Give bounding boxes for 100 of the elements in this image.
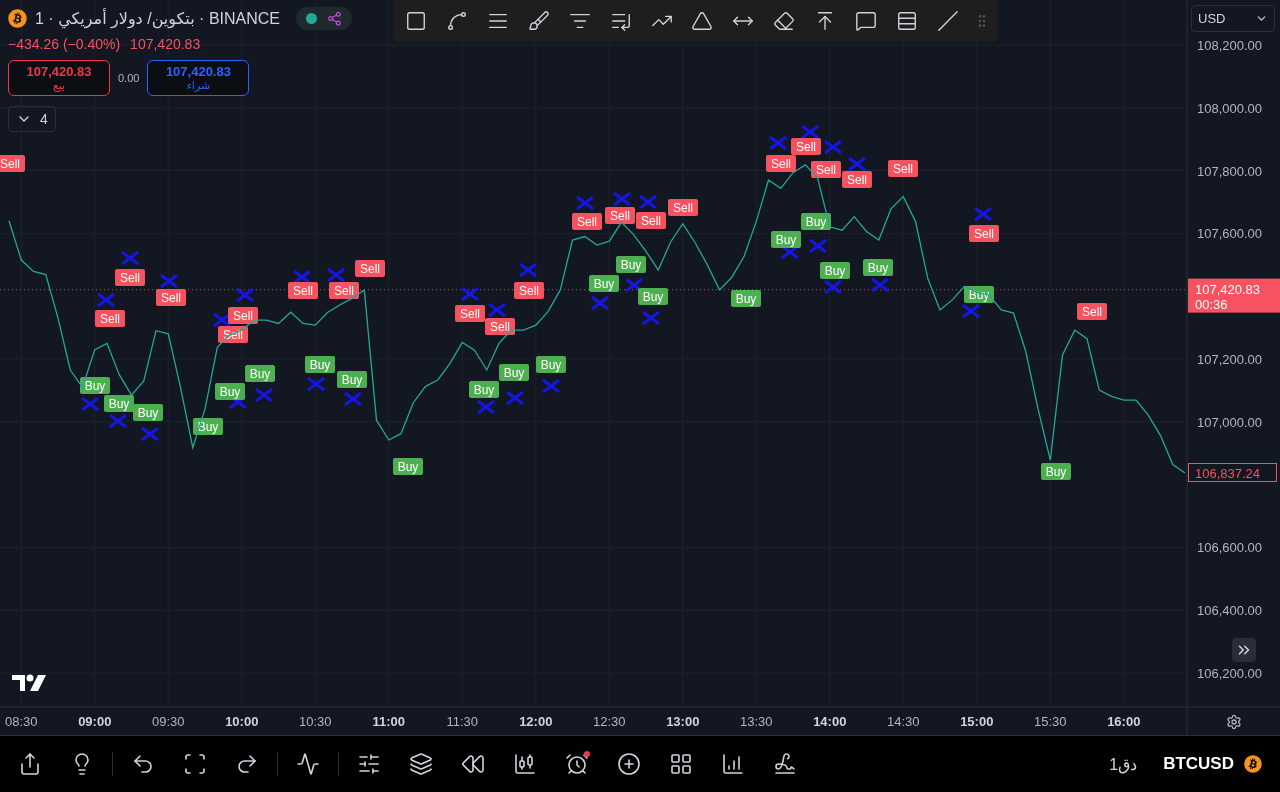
buy-signal: Buy: [337, 371, 367, 388]
buy-signal: Buy: [771, 231, 801, 248]
cross-mark: [973, 206, 993, 222]
price-tag: 106,837.24: [1188, 463, 1277, 482]
status-dot: [306, 12, 317, 24]
time-label: 12:30: [593, 714, 626, 729]
scroll-right-button[interactable]: [1232, 638, 1256, 662]
buy-signal: Buy: [1041, 463, 1071, 480]
grid-icon: [669, 752, 693, 776]
time-label: 10:30: [299, 714, 332, 729]
buy-signal: Buy: [731, 290, 761, 307]
buy-signal: Buy: [245, 365, 275, 382]
last-price: 107,420.83: [130, 36, 201, 52]
buy-signal: Buy: [589, 275, 619, 292]
cross-mark: [487, 302, 507, 318]
cross-mark: [476, 399, 496, 415]
time-label: 14:30: [887, 714, 920, 729]
cross-mark: [823, 279, 843, 295]
sell-signal: Sell: [766, 155, 796, 172]
sell-signal: Sell: [485, 318, 515, 335]
cross-mark: [120, 250, 140, 266]
cross-mark: [96, 292, 116, 308]
candlestick-icon: [513, 752, 537, 776]
sell-signal: Sell: [888, 160, 918, 177]
currency-select[interactable]: USD: [1191, 5, 1275, 32]
redo-icon: [235, 752, 259, 776]
sell-signal: Sell: [791, 138, 821, 155]
cross-mark: [505, 390, 525, 406]
cross-mark: [624, 277, 644, 293]
symbol-title: بتكوين/ دولار أمريكي · 1 · BINANCE: [35, 8, 280, 28]
cross-mark: [641, 310, 661, 326]
cross-mark: [870, 277, 890, 293]
price-label: 107,000.00: [1197, 414, 1263, 430]
time-label: 09:00: [78, 714, 112, 729]
sell-signal: Sell: [969, 225, 999, 242]
eraser-icon: [773, 10, 796, 32]
cross-mark: [541, 378, 561, 394]
pen-icon: [773, 752, 797, 776]
cross-mark: [80, 396, 100, 412]
sell-signal: Sell: [228, 307, 258, 324]
cross-mark: [159, 273, 179, 289]
sell-signal: Sell: [288, 282, 318, 299]
brush-icon: [527, 10, 550, 32]
buy-signal: Buy: [499, 364, 529, 381]
settings-button[interactable]: [1224, 712, 1244, 732]
price-label: 106,200.00: [1197, 666, 1263, 682]
buy-signal: Buy: [469, 381, 499, 398]
buy-signal: Buy: [638, 288, 668, 305]
cross-mark: [326, 267, 346, 283]
price-label: 106,400.00: [1197, 603, 1263, 619]
indicators-toggle[interactable]: 4: [8, 106, 56, 132]
buy-signal: Buy: [305, 356, 335, 373]
buy-signal: Buy: [393, 458, 423, 475]
bar-chart-icon: [721, 752, 745, 776]
price-label: 107,600.00: [1197, 226, 1263, 242]
cross-mark: [612, 191, 632, 207]
cross-mark: [460, 286, 480, 302]
time-label: 15:00: [960, 714, 994, 729]
logo-icon: [12, 674, 46, 692]
status-pill[interactable]: [296, 6, 352, 30]
rows-icon: [896, 10, 919, 32]
pulse-icon: [296, 752, 320, 776]
time-label: 15:30: [1034, 714, 1067, 729]
time-label: 14:00: [813, 714, 847, 729]
time-label: 13:00: [666, 714, 700, 729]
triangle-icon: [691, 10, 714, 32]
sell-signal: Sell: [811, 161, 841, 178]
cross-mark: [212, 312, 232, 328]
time-label: 13:30: [740, 714, 773, 729]
price-label: 108,200.00: [1197, 37, 1263, 53]
cross-mark: [343, 391, 363, 407]
sell-signal: Sell: [842, 171, 872, 188]
cross-mark: [575, 195, 595, 211]
price-label: 108,000.00: [1197, 100, 1263, 116]
sell-signal: Sell: [156, 289, 186, 306]
time-label: 11:00: [372, 714, 406, 729]
interval-button[interactable]: 1دق: [1109, 754, 1138, 774]
plus-icon: [617, 752, 641, 776]
time-label: 09:30: [152, 714, 185, 729]
sell-signal: Sell: [329, 282, 359, 299]
cross-mark: [235, 287, 255, 303]
sell-signal: Sell: [668, 199, 698, 216]
cross-mark: [108, 413, 128, 429]
symbol-button[interactable]: BTCUSD: [1163, 754, 1262, 774]
buy-signal: Buy: [215, 383, 245, 400]
speech-bubble-icon: [855, 10, 878, 32]
cross-mark: [800, 124, 820, 140]
sell-signal: Sell: [636, 212, 666, 229]
sell-signal: Sell: [0, 155, 25, 172]
price-label: 106,600.00: [1197, 540, 1263, 556]
cross-mark: [808, 238, 828, 254]
bitcoin-icon: [8, 8, 27, 28]
buy-signal: Buy: [193, 418, 223, 435]
sell-signal: Sell: [355, 260, 385, 277]
cross-mark: [140, 426, 160, 442]
cross-mark: [768, 135, 788, 151]
buy-signal: Buy: [616, 256, 646, 273]
settings-icon: [1226, 714, 1242, 730]
curve-icon: [445, 10, 468, 32]
nodes-icon: [327, 10, 342, 26]
